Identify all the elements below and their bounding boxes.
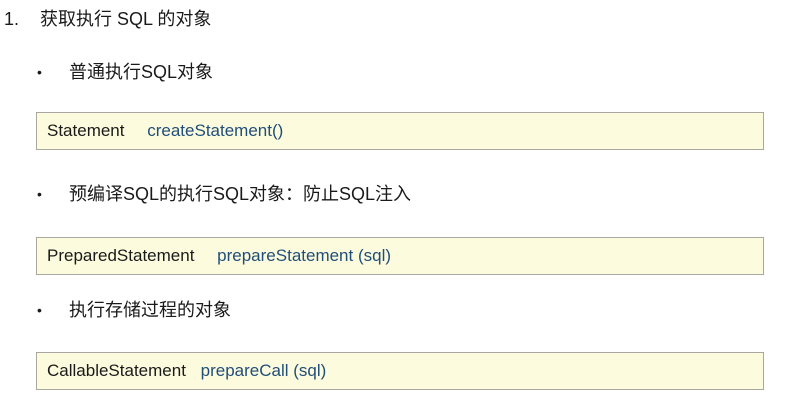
bullet-item-callable-statement: • 执行存储过程的对象 xyxy=(37,297,231,323)
heading-text: 获取执行 SQL 的对象 xyxy=(40,9,212,29)
bullet-dot: • xyxy=(37,64,42,80)
heading-number: 1. xyxy=(4,9,20,29)
bullet-label: 普通执行SQL对象 xyxy=(69,62,214,82)
code-box-statement: Statement createStatement() xyxy=(36,112,764,150)
code-type: CallableStatement xyxy=(47,361,186,380)
bullet-dot: • xyxy=(37,302,42,318)
code-method: createStatement() xyxy=(147,121,284,140)
code-type: Statement xyxy=(47,121,125,140)
code-method: prepareStatement (sql) xyxy=(217,246,392,265)
bullet-label: 执行存储过程的对象 xyxy=(69,300,231,320)
code-method: prepareCall (sql) xyxy=(200,361,327,380)
code-box-prepared-statement: PreparedStatement prepareStatement (sql) xyxy=(36,237,764,275)
bullet-item-prepared-statement: • 预编译SQL的执行SQL对象：防止SQL注入 xyxy=(37,181,411,207)
code-box-callable-statement: CallableStatement prepareCall (sql) xyxy=(36,352,764,390)
bullet-item-statement: • 普通执行SQL对象 xyxy=(37,59,213,85)
bullet-dot: • xyxy=(37,186,42,202)
code-type: PreparedStatement xyxy=(47,246,195,265)
section-heading: 1. 获取执行 SQL 的对象 xyxy=(4,6,211,32)
bullet-label: 预编译SQL的执行SQL对象：防止SQL注入 xyxy=(69,184,412,204)
